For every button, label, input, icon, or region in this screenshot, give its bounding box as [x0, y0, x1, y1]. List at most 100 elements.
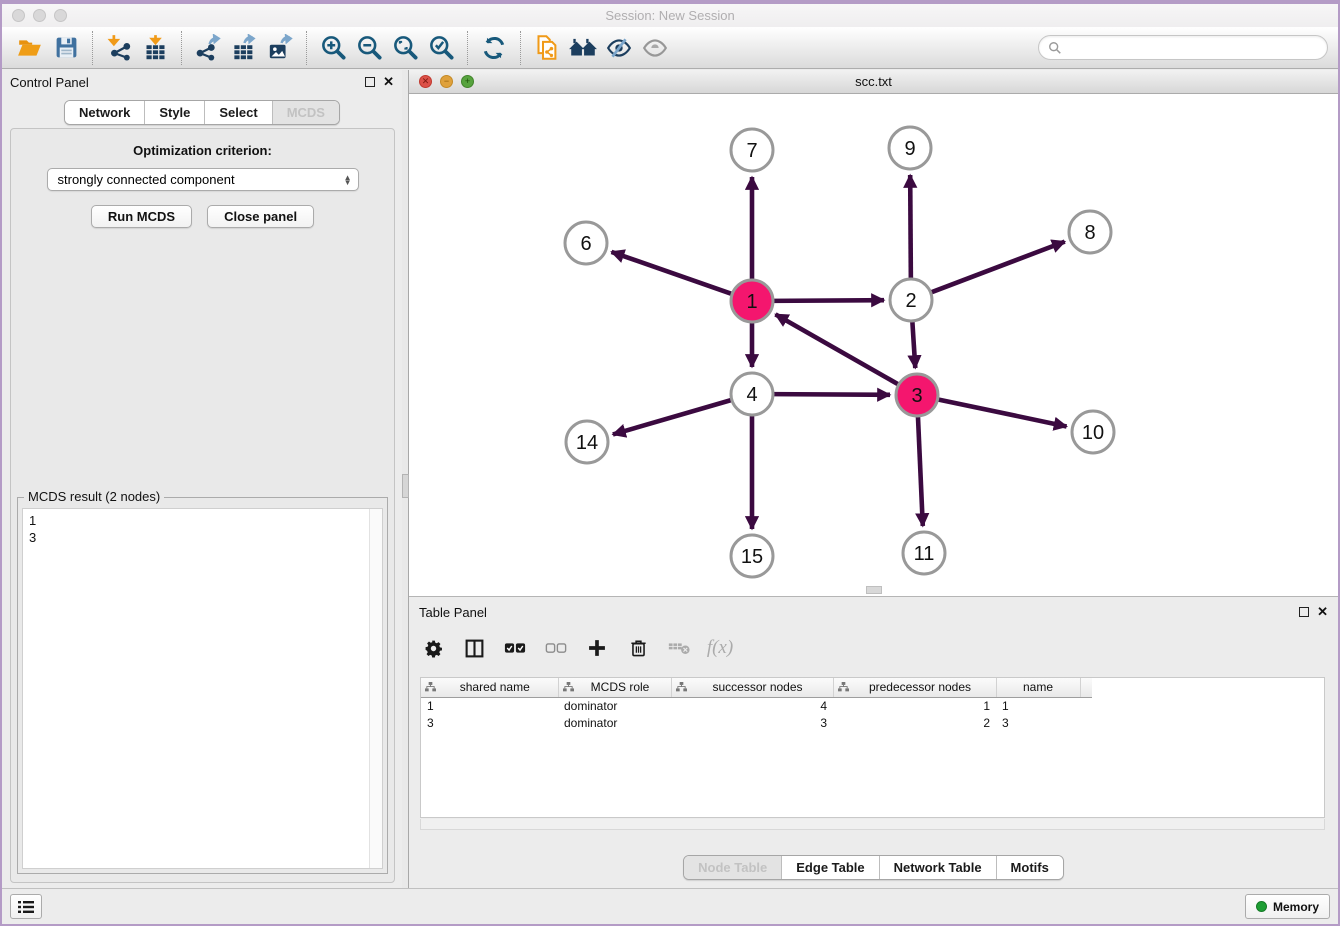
zoom-out-button[interactable] — [351, 31, 387, 65]
table-row[interactable]: 1dominator411 — [421, 697, 1092, 714]
run-mcds-button[interactable]: Run MCDS — [91, 205, 192, 228]
search-input[interactable] — [1062, 41, 1318, 55]
apply-layout-icon — [481, 35, 507, 61]
memory-button[interactable]: Memory — [1245, 894, 1330, 919]
network-title: scc.txt — [409, 74, 1338, 89]
panel-splitter[interactable] — [402, 70, 409, 888]
show-all-button[interactable] — [637, 31, 673, 65]
import-table-button[interactable] — [137, 31, 173, 65]
zoom-selected-button[interactable] — [423, 31, 459, 65]
float-panel-icon[interactable] — [365, 77, 375, 87]
selected-criterion: strongly connected component — [58, 172, 235, 187]
network-canvas[interactable]: 7968124314101511 — [409, 94, 1338, 596]
cell-predecessor-nodes[interactable]: 1 — [833, 697, 996, 714]
table-panel-title: Table Panel — [419, 605, 487, 620]
table-tab-node-table[interactable]: Node Table — [684, 856, 782, 879]
delete-table-button[interactable] — [667, 636, 691, 660]
save-session-button[interactable] — [48, 31, 84, 65]
tab-style[interactable]: Style — [145, 101, 205, 124]
edge-2-8[interactable] — [931, 242, 1065, 293]
network-graph: 7968124314101511 — [409, 94, 1340, 597]
cell-MCDS-role[interactable]: dominator — [558, 697, 671, 714]
tab-network[interactable]: Network — [65, 101, 145, 124]
cell-MCDS-role[interactable]: dominator — [558, 714, 671, 731]
node-label-8: 8 — [1084, 222, 1095, 244]
close-panel-icon[interactable]: ✕ — [383, 77, 394, 87]
column-header-successor-nodes[interactable]: successor nodes — [671, 678, 833, 697]
export-table-button[interactable] — [226, 31, 262, 65]
float-table-panel-icon[interactable] — [1299, 607, 1309, 617]
export-network-button[interactable] — [190, 31, 226, 65]
export-table-icon — [231, 34, 258, 61]
add-column-button[interactable] — [585, 636, 609, 660]
import-network-button[interactable] — [101, 31, 137, 65]
edge-2-9[interactable] — [910, 175, 911, 279]
table-panel: Table Panel ✕ — [409, 597, 1338, 888]
unselect-all-columns-button[interactable] — [544, 636, 568, 660]
hide-selected-button[interactable] — [601, 31, 637, 65]
control-panel: Control Panel ✕ NetworkStyleSelectMCDS O… — [2, 70, 402, 888]
import-table-icon — [142, 34, 169, 61]
mcds-result-text: 1 3 — [23, 509, 369, 868]
zoom-fit-button[interactable] — [387, 31, 423, 65]
function-builder-button[interactable]: f(x) — [708, 636, 732, 660]
gear-button[interactable] — [421, 636, 445, 660]
cell-shared-name[interactable]: 1 — [421, 697, 558, 714]
cell-name[interactable]: 3 — [996, 714, 1080, 731]
apply-layout-button[interactable] — [476, 31, 512, 65]
column-header-MCDS-role[interactable]: MCDS role — [558, 678, 671, 697]
zoom-in-button[interactable] — [315, 31, 351, 65]
optimization-criterion-select[interactable]: strongly connected component ▲▼ — [47, 168, 359, 191]
cell-name[interactable]: 1 — [996, 697, 1080, 714]
export-image-button[interactable] — [262, 31, 298, 65]
delete-column-icon — [629, 638, 648, 658]
zoom-out-icon — [356, 34, 383, 61]
edge-1-6[interactable] — [611, 252, 732, 294]
clone-network-icon — [534, 34, 561, 61]
cell-predecessor-nodes[interactable]: 2 — [833, 714, 996, 731]
close-table-panel-icon[interactable]: ✕ — [1317, 607, 1328, 617]
select-all-columns-button[interactable] — [503, 636, 527, 660]
edge-4-14[interactable] — [613, 400, 732, 435]
open-file-button[interactable] — [12, 31, 48, 65]
import-network-icon — [106, 34, 133, 61]
mcds-result-title: MCDS result (2 nodes) — [24, 489, 164, 504]
clone-network-button[interactable] — [529, 31, 565, 65]
column-header-shared-name[interactable]: shared name — [421, 678, 558, 697]
edge-3-11[interactable] — [918, 416, 923, 526]
node-label-11: 11 — [914, 543, 935, 565]
close-panel-button[interactable]: Close panel — [207, 205, 314, 228]
zoom-in-icon — [320, 34, 347, 61]
edge-3-1[interactable] — [775, 314, 898, 384]
task-history-button[interactable] — [10, 894, 42, 919]
cell-successor-nodes[interactable]: 4 — [671, 697, 833, 714]
canvas-resize-grip[interactable] — [866, 586, 882, 594]
table-tab-motifs[interactable]: Motifs — [997, 856, 1063, 879]
node-label-10: 10 — [1082, 422, 1104, 444]
tab-select[interactable]: Select — [205, 101, 272, 124]
column-layout-button[interactable] — [462, 636, 486, 660]
first-neighbors-button[interactable] — [565, 31, 601, 65]
table-row[interactable]: 3dominator323 — [421, 714, 1092, 731]
column-header-predecessor-nodes[interactable]: predecessor nodes — [833, 678, 996, 697]
table-tabs: Node TableEdge TableNetwork TableMotifs — [683, 855, 1064, 880]
column-header-name[interactable]: name — [996, 678, 1080, 697]
hide-selected-icon — [605, 35, 633, 61]
table-hscrollbar[interactable] — [420, 819, 1325, 830]
cell-successor-nodes[interactable]: 3 — [671, 714, 833, 731]
edge-3-10[interactable] — [938, 399, 1067, 426]
table-tab-network-table[interactable]: Network Table — [880, 856, 997, 879]
edge-1-2[interactable] — [773, 300, 884, 301]
result-scrollbar[interactable] — [369, 509, 382, 868]
cell-shared-name[interactable]: 3 — [421, 714, 558, 731]
toolbar-separator — [520, 31, 521, 65]
edge-4-3[interactable] — [773, 394, 890, 395]
delete-column-button[interactable] — [626, 636, 650, 660]
sort-column-icon — [676, 682, 687, 693]
zoom-selected-icon — [428, 34, 455, 61]
table-tab-edge-table[interactable]: Edge Table — [782, 856, 879, 879]
splitter-grip[interactable] — [402, 474, 409, 498]
tab-mcds[interactable]: MCDS — [273, 101, 339, 124]
search-field[interactable] — [1038, 35, 1328, 60]
edge-2-3[interactable] — [912, 321, 915, 368]
